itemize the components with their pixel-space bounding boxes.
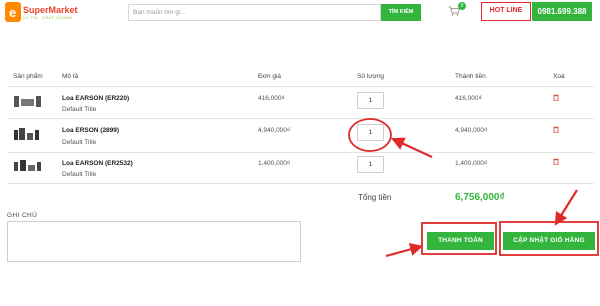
search-button[interactable]: TÌM KIẾM	[381, 4, 421, 21]
hotline-label: HOT LINE	[481, 2, 531, 21]
quantity-input[interactable]: 1	[357, 124, 384, 141]
trash-icon[interactable]	[553, 158, 559, 165]
product-variant: Default Title	[62, 171, 97, 178]
annotation-arrow	[385, 242, 424, 258]
product-name[interactable]: Loa ERSON (2899)	[62, 127, 119, 134]
col-header-remove: Xoá	[553, 73, 565, 80]
product-name[interactable]: Loa EARSON (ER2532)	[62, 160, 133, 167]
col-header-product: Sản phẩm	[13, 73, 43, 80]
total-value: 6,756,000₫	[455, 192, 505, 203]
line-subtotal: 416,000₫	[455, 95, 482, 102]
unit-price: 416,000₫	[258, 95, 285, 102]
product-variant: Default Title	[62, 139, 97, 146]
total-label: Tổng tiền	[358, 193, 392, 202]
unit-price: 1,400,000₫	[258, 160, 291, 167]
product-image[interactable]	[13, 94, 42, 108]
line-subtotal: 1,400,000₫	[455, 160, 488, 167]
col-header-price: Đơn giá	[258, 73, 282, 80]
divider	[7, 118, 594, 119]
header: e SuperMarket UY TÍN · CHẤT LƯỢNG Bạn mu…	[0, 0, 600, 26]
product-image[interactable]	[13, 127, 42, 141]
search-input[interactable]: Bạn muốn tìm gì...	[128, 4, 381, 21]
brand-tagline: UY TÍN · CHẤT LƯỢNG	[23, 15, 73, 20]
product-name[interactable]: Loa EARSON (ER220)	[62, 95, 129, 102]
checkout-button[interactable]: THANH TOÁN	[427, 232, 494, 250]
col-header-description: Mô tả	[62, 73, 79, 80]
hotline-phone[interactable]: 0981.699.388	[532, 2, 592, 21]
line-subtotal: 4,940,000₫	[455, 127, 488, 134]
note-label: GHI CHÚ	[7, 212, 38, 219]
brand-name[interactable]: SuperMarket	[23, 5, 78, 15]
logo-icon[interactable]: e	[5, 2, 21, 22]
col-header-subtotal: Thành tiền	[455, 73, 486, 80]
quantity-input[interactable]: 1	[357, 156, 384, 173]
divider	[7, 152, 594, 153]
trash-icon[interactable]	[553, 126, 559, 133]
divider	[7, 86, 594, 87]
annotation-arrow	[554, 189, 578, 226]
col-header-quantity: Số lượng	[357, 73, 385, 80]
logo-letter: e	[9, 5, 17, 20]
cart-count-badge: 0	[458, 2, 466, 10]
annotation-arrow	[391, 137, 433, 158]
trash-icon[interactable]	[553, 94, 559, 101]
product-variant: Default Title	[62, 106, 97, 113]
product-image[interactable]	[13, 158, 42, 172]
unit-price: 4,940,000₫	[258, 127, 291, 134]
quantity-input[interactable]: 1	[357, 92, 384, 109]
note-textarea[interactable]	[7, 221, 301, 262]
divider	[7, 183, 594, 184]
update-cart-button[interactable]: CẬP NHẬT GIỎ HÀNG	[503, 232, 595, 250]
